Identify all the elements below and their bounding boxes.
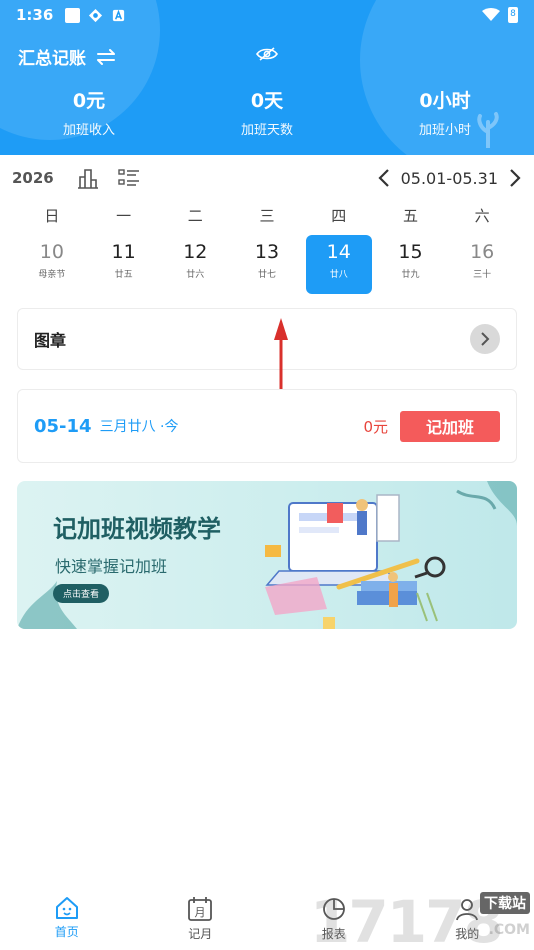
chevron-left-icon — [378, 169, 389, 187]
record-overtime-button[interactable]: 记加班 — [400, 410, 500, 442]
summary-header: 1:36 8 汇总记账 0元 加班收入 0天 加班天数 0小时 加班小时 — [0, 0, 534, 155]
calendar-day[interactable]: 11 廿五 — [91, 235, 157, 294]
statistics-icon[interactable] — [76, 167, 100, 189]
calendar-day[interactable]: 16 三十 — [449, 235, 515, 294]
status-time: 1:36 — [16, 6, 54, 24]
nav-profile-label: 我的 — [455, 927, 480, 941]
nav-home-label: 首页 — [54, 925, 79, 939]
weekday-label: 一 — [116, 207, 132, 225]
day-number: 11 — [111, 241, 136, 263]
status-bar: 1:36 8 — [0, 0, 534, 30]
weekday-label: 二 — [187, 207, 203, 225]
banner-view-button[interactable]: 点击查看 — [53, 584, 110, 603]
day-number: 16 — [470, 241, 495, 263]
stat-income[interactable]: 0元 加班收入 — [0, 86, 178, 138]
calendar-day[interactable]: 15 廿九 — [377, 235, 443, 294]
swap-icon[interactable] — [96, 48, 116, 65]
stat-income-label: 加班收入 — [62, 123, 115, 138]
day-subtext: 廿九 — [401, 270, 420, 280]
calendar-day[interactable]: 13 廿七 — [234, 235, 300, 294]
year-label[interactable]: 2026 — [12, 169, 54, 187]
notification-square-icon — [65, 7, 81, 23]
font-notification-icon — [113, 9, 125, 21]
weekday-label: 三 — [259, 207, 275, 225]
day-subtext: 廿七 — [258, 270, 277, 280]
day-number: 13 — [254, 241, 280, 263]
calendar-toolbar: 2026 05.01-05.31 — [0, 156, 534, 200]
battery-level: 8 — [510, 9, 516, 19]
home-icon — [55, 897, 78, 919]
overtime-date: 05-14 — [34, 415, 92, 437]
next-range-button[interactable] — [508, 168, 522, 188]
day-number: 12 — [183, 241, 208, 263]
date-range-label[interactable]: 05.01-05.31 — [401, 169, 498, 188]
stat-days-value: 0天 — [250, 90, 284, 112]
nav-report[interactable]: 报表 — [267, 888, 401, 950]
day-subtext: 廿六 — [186, 270, 205, 280]
chevron-right-icon — [510, 169, 521, 187]
profile-icon — [456, 899, 479, 921]
list-view-icon[interactable] — [118, 168, 140, 188]
calendar-day[interactable]: 10 母亲节 — [19, 235, 85, 294]
nav-month-label: 记月 — [188, 927, 213, 941]
battery-icon: 8 — [508, 7, 518, 23]
nav-profile[interactable]: 我的 — [401, 888, 534, 950]
stat-days-label: 加班天数 — [240, 123, 293, 138]
stat-days[interactable]: 0天 加班天数 — [178, 86, 356, 138]
day-number: 15 — [398, 241, 423, 263]
stat-hours[interactable]: 0小时 加班小时 — [356, 86, 534, 138]
svg-text:月: 月 — [195, 906, 206, 919]
report-icon — [322, 898, 345, 920]
day-number: 14 — [326, 241, 351, 263]
stamp-open-button[interactable] — [470, 324, 500, 354]
hide-amount-eye-icon[interactable] — [256, 46, 278, 62]
weekday-label: 五 — [402, 207, 418, 225]
banner-subtitle: 快速掌握记加班 — [55, 557, 168, 576]
weekday-label: 六 — [474, 207, 490, 225]
day-subtext: 廿八 — [329, 270, 348, 280]
summary-title: 汇总记账 — [18, 49, 86, 69]
stat-hours-value: 0小时 — [419, 90, 471, 112]
summary-title-row[interactable]: 汇总记账 — [18, 44, 116, 69]
prev-range-button[interactable] — [377, 168, 391, 188]
calendar-icon: 月 — [188, 897, 213, 921]
calendar-day-selected[interactable]: 14 廿八 — [305, 235, 372, 294]
overtime-record-card: 05-14 三月廿八 ·今 0元 记加班 — [17, 389, 517, 463]
stat-income-value: 0元 — [72, 90, 106, 112]
weekday-label: 日 — [44, 207, 60, 225]
stat-hours-label: 加班小时 — [418, 123, 471, 138]
calendar-day[interactable]: 12 廿六 — [162, 235, 228, 294]
summary-stats: 0元 加班收入 0天 加班天数 0小时 加班小时 — [0, 86, 534, 138]
weekday-label: 四 — [331, 207, 347, 225]
nav-month[interactable]: 月 记月 — [134, 888, 268, 950]
app-notification-icon — [89, 8, 103, 22]
nav-home[interactable]: 首页 — [0, 888, 134, 950]
day-subtext: 廿五 — [114, 270, 133, 280]
wifi-icon — [482, 8, 500, 21]
day-subtext: 母亲节 — [38, 270, 66, 280]
banner-title: 记加班视频教学 — [53, 515, 221, 543]
tutorial-banner[interactable]: 记加班视频教学 快速掌握记加班 点击查看 — [17, 481, 517, 629]
day-subtext: 三十 — [473, 270, 492, 280]
stamp-label: 图章 — [34, 331, 67, 350]
overtime-lunar-date: 三月廿八 ·今 — [99, 419, 179, 435]
chevron-right-icon — [481, 332, 490, 346]
nav-report-label: 报表 — [321, 927, 346, 941]
overtime-amount: 0元 — [363, 417, 388, 436]
bottom-navigation: 首页 月 记月 报表 我的 — [0, 888, 534, 950]
week-calendar: 日 10 母亲节 一 11 廿五 二 12 廿六 三 13 廿七 四 14 廿八 — [16, 200, 518, 294]
day-number: 10 — [39, 241, 64, 263]
